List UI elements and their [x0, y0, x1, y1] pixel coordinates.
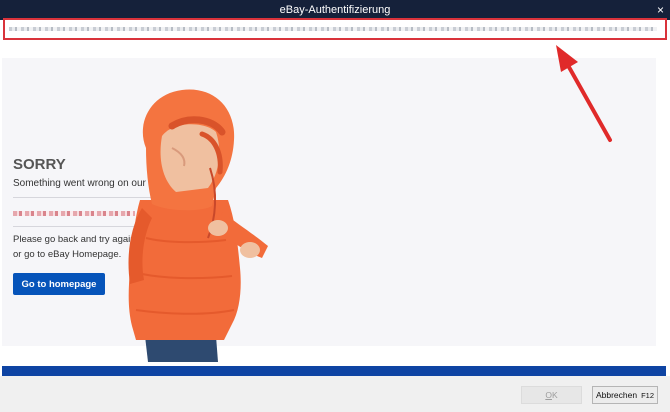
cancel-shortcut: F12 — [641, 391, 655, 400]
cancel-button[interactable]: Abbrechen F12 — [592, 386, 658, 404]
scrollbar[interactable] — [656, 40, 664, 366]
error-heading: SORRY — [13, 156, 66, 173]
dialog-footer: OK Abbrechen F12 — [0, 376, 670, 412]
close-icon[interactable]: × — [657, 0, 664, 20]
progress-strip — [2, 366, 666, 376]
child-in-orange-jacket-image — [128, 89, 268, 362]
title-bar: eBay-Authentifizierung × — [0, 0, 670, 20]
address-bar[interactable] — [3, 18, 667, 40]
ok-label-rest: K — [551, 390, 558, 400]
go-to-homepage-button[interactable]: Go to homepage — [13, 273, 105, 295]
help-text-line2: or go to eBay Homepage. — [13, 249, 122, 260]
error-page: SORRY Something went wrong on our end. P… — [2, 58, 656, 362]
browser-viewport: SORRY Something went wrong on our end. P… — [2, 40, 664, 366]
blurred-error-reference — [13, 211, 135, 216]
ok-mnemonic: O — [545, 390, 552, 400]
cancel-label: Abbrechen — [595, 390, 638, 400]
blurred-url — [9, 27, 657, 31]
help-text-line1: Please go back and try again — [13, 234, 136, 245]
window-title: eBay-Authentifizierung — [279, 4, 391, 16]
ok-button[interactable]: OK — [521, 386, 582, 404]
